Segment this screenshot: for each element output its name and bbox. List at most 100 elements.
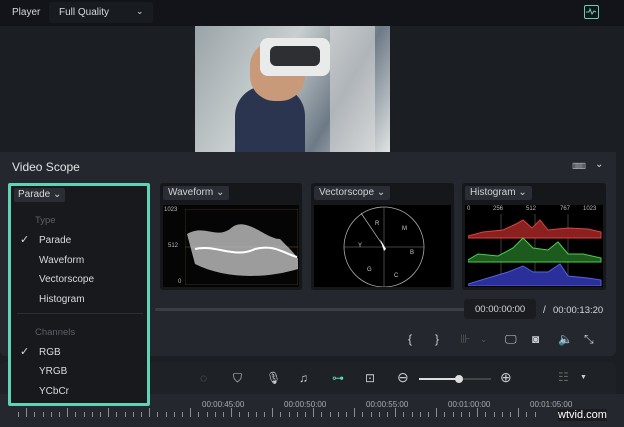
progress-track[interactable] xyxy=(155,308,465,311)
ruler-tick xyxy=(83,412,85,417)
ruler-tick xyxy=(18,412,19,417)
menu-item-waveform[interactable]: Waveform xyxy=(39,255,84,266)
scope-type-dropdown[interactable]: Waveform ⌄ xyxy=(163,186,230,200)
ruler-tick xyxy=(214,412,216,417)
ruler-tick xyxy=(411,412,413,417)
ruler-tick xyxy=(387,412,388,417)
track-layout-icon[interactable]: ☷ xyxy=(558,370,569,384)
ruler-tick xyxy=(223,412,224,417)
ruler-tick xyxy=(239,412,241,417)
ruler-tick xyxy=(247,412,249,417)
ruler-tick xyxy=(280,412,282,417)
ruler-tick xyxy=(59,412,60,417)
ruler-tick xyxy=(26,408,28,417)
mark-in-icon[interactable]: { xyxy=(408,332,412,346)
ruler-tick xyxy=(165,412,167,417)
audio-list-icon[interactable]: ♫ xyxy=(299,371,308,385)
ruler-tick xyxy=(173,412,175,417)
ruler-tick xyxy=(231,408,233,417)
fit-timeline-icon[interactable]: ⊡ xyxy=(365,371,375,385)
current-time-field[interactable]: 00:00:00:00 xyxy=(464,299,536,319)
check-icon: ✓ xyxy=(20,346,30,358)
target-r: R xyxy=(375,221,380,227)
quality-dropdown[interactable]: Full Quality ⌄ xyxy=(49,2,153,23)
ruler-tick xyxy=(460,412,462,417)
microphone-icon[interactable]: 🎙 xyxy=(266,371,281,385)
menu-divider xyxy=(17,313,143,314)
ruler-tick xyxy=(313,408,315,417)
scope-title: Video Scope xyxy=(12,160,80,174)
snap-icon[interactable]: ⊶ xyxy=(332,371,344,385)
ruler-tick xyxy=(477,408,479,417)
ruler-tick xyxy=(501,412,503,417)
player-toolbar: Player Full Quality ⌄ xyxy=(0,0,624,26)
fullscreen-icon[interactable]: ⤡ xyxy=(584,332,594,346)
ruler-tick xyxy=(34,412,36,417)
scope-type-menu: Parade ⌄ Type ✓ Parade Waveform Vectorsc… xyxy=(8,183,150,406)
vectorscope: Vectorscope ⌄ R M Y B G C xyxy=(311,183,454,290)
ruler-tick xyxy=(485,412,487,417)
ruler-tick xyxy=(510,412,511,417)
chevron-down-icon[interactable]: ⌄ xyxy=(595,159,603,170)
display-icon[interactable]: 🖵 xyxy=(505,332,517,346)
ruler-tick xyxy=(452,412,454,417)
ruler-tick xyxy=(346,412,347,417)
menu-item-ycbcr[interactable]: YCbCr xyxy=(39,386,69,397)
ruler-tick xyxy=(132,412,134,417)
ruler-tick xyxy=(321,412,323,417)
caret-down-icon[interactable]: ▼ xyxy=(580,371,587,385)
target-b: B xyxy=(410,250,414,256)
ruler-tick xyxy=(50,412,52,417)
zoom-in-icon[interactable]: ⊕ xyxy=(500,370,512,384)
zoom-slider[interactable] xyxy=(419,375,491,383)
mark-out-icon[interactable]: } xyxy=(435,332,439,346)
ruler-tick xyxy=(354,408,356,417)
ruler-tick xyxy=(403,412,405,417)
ruler-tick xyxy=(124,412,126,417)
scope-type-dropdown[interactable]: Histogram ⌄ xyxy=(465,186,532,200)
ruler-tick xyxy=(493,412,495,417)
ruler-tick xyxy=(190,408,192,417)
render-preview-icon[interactable]: ◌ xyxy=(200,371,207,385)
menu-item-parade[interactable]: Parade xyxy=(39,235,71,246)
zoom-slider-handle[interactable] xyxy=(454,375,463,383)
ruler-tick xyxy=(100,412,101,417)
ruler-tick xyxy=(91,412,93,417)
ruler-tick xyxy=(108,408,110,417)
type-header: Type xyxy=(35,215,56,226)
channels-header: Channels xyxy=(35,327,76,338)
menu-item-histogram[interactable]: Histogram xyxy=(39,294,85,305)
layout-grid-icon[interactable]: ▥▥ xyxy=(572,161,586,170)
volume-icon[interactable]: 🔈 xyxy=(558,332,573,346)
parade-dropdown[interactable]: Parade ⌄ xyxy=(14,188,66,202)
scope-type-dropdown[interactable]: Vectorscope ⌄ xyxy=(314,186,391,200)
time-separator: / xyxy=(543,305,546,316)
marker-icon[interactable]: ⛉ xyxy=(233,371,242,385)
histogram-plot: 0 256 512 767 1023 xyxy=(465,205,603,287)
target-y: Y xyxy=(358,243,362,249)
zoom-out-icon[interactable]: ⊖ xyxy=(397,370,409,384)
ruler-tick xyxy=(337,412,339,417)
waveform-monitor-icon[interactable] xyxy=(584,5,599,19)
histogram-scope: Histogram ⌄ 0 256 512 767 1023 xyxy=(462,183,606,290)
ruler-tick xyxy=(518,408,520,417)
menu-item-rgb[interactable]: RGB xyxy=(39,347,61,358)
menu-item-yrgb[interactable]: YRGB xyxy=(39,366,67,377)
ruler-tick xyxy=(526,412,528,417)
ruler-tick xyxy=(141,412,142,417)
ruler-tick xyxy=(469,412,470,417)
menu-item-vectorscope[interactable]: Vectorscope xyxy=(39,274,94,285)
target-m: M xyxy=(402,226,407,232)
ruler-tick xyxy=(436,408,438,417)
video-frame[interactable] xyxy=(195,26,390,152)
camera-icon[interactable]: ◙ xyxy=(532,332,539,346)
ruler-tick xyxy=(305,412,306,417)
ruler-tick xyxy=(296,412,298,417)
ruler-tick xyxy=(75,412,77,417)
ruler-tick xyxy=(395,408,397,417)
ruler-tick xyxy=(362,412,364,417)
ruler-tick xyxy=(255,412,257,417)
vectorscope-plot: R M Y B G C xyxy=(314,205,451,288)
target-g: G xyxy=(367,267,372,273)
ruler-tick xyxy=(288,412,290,417)
